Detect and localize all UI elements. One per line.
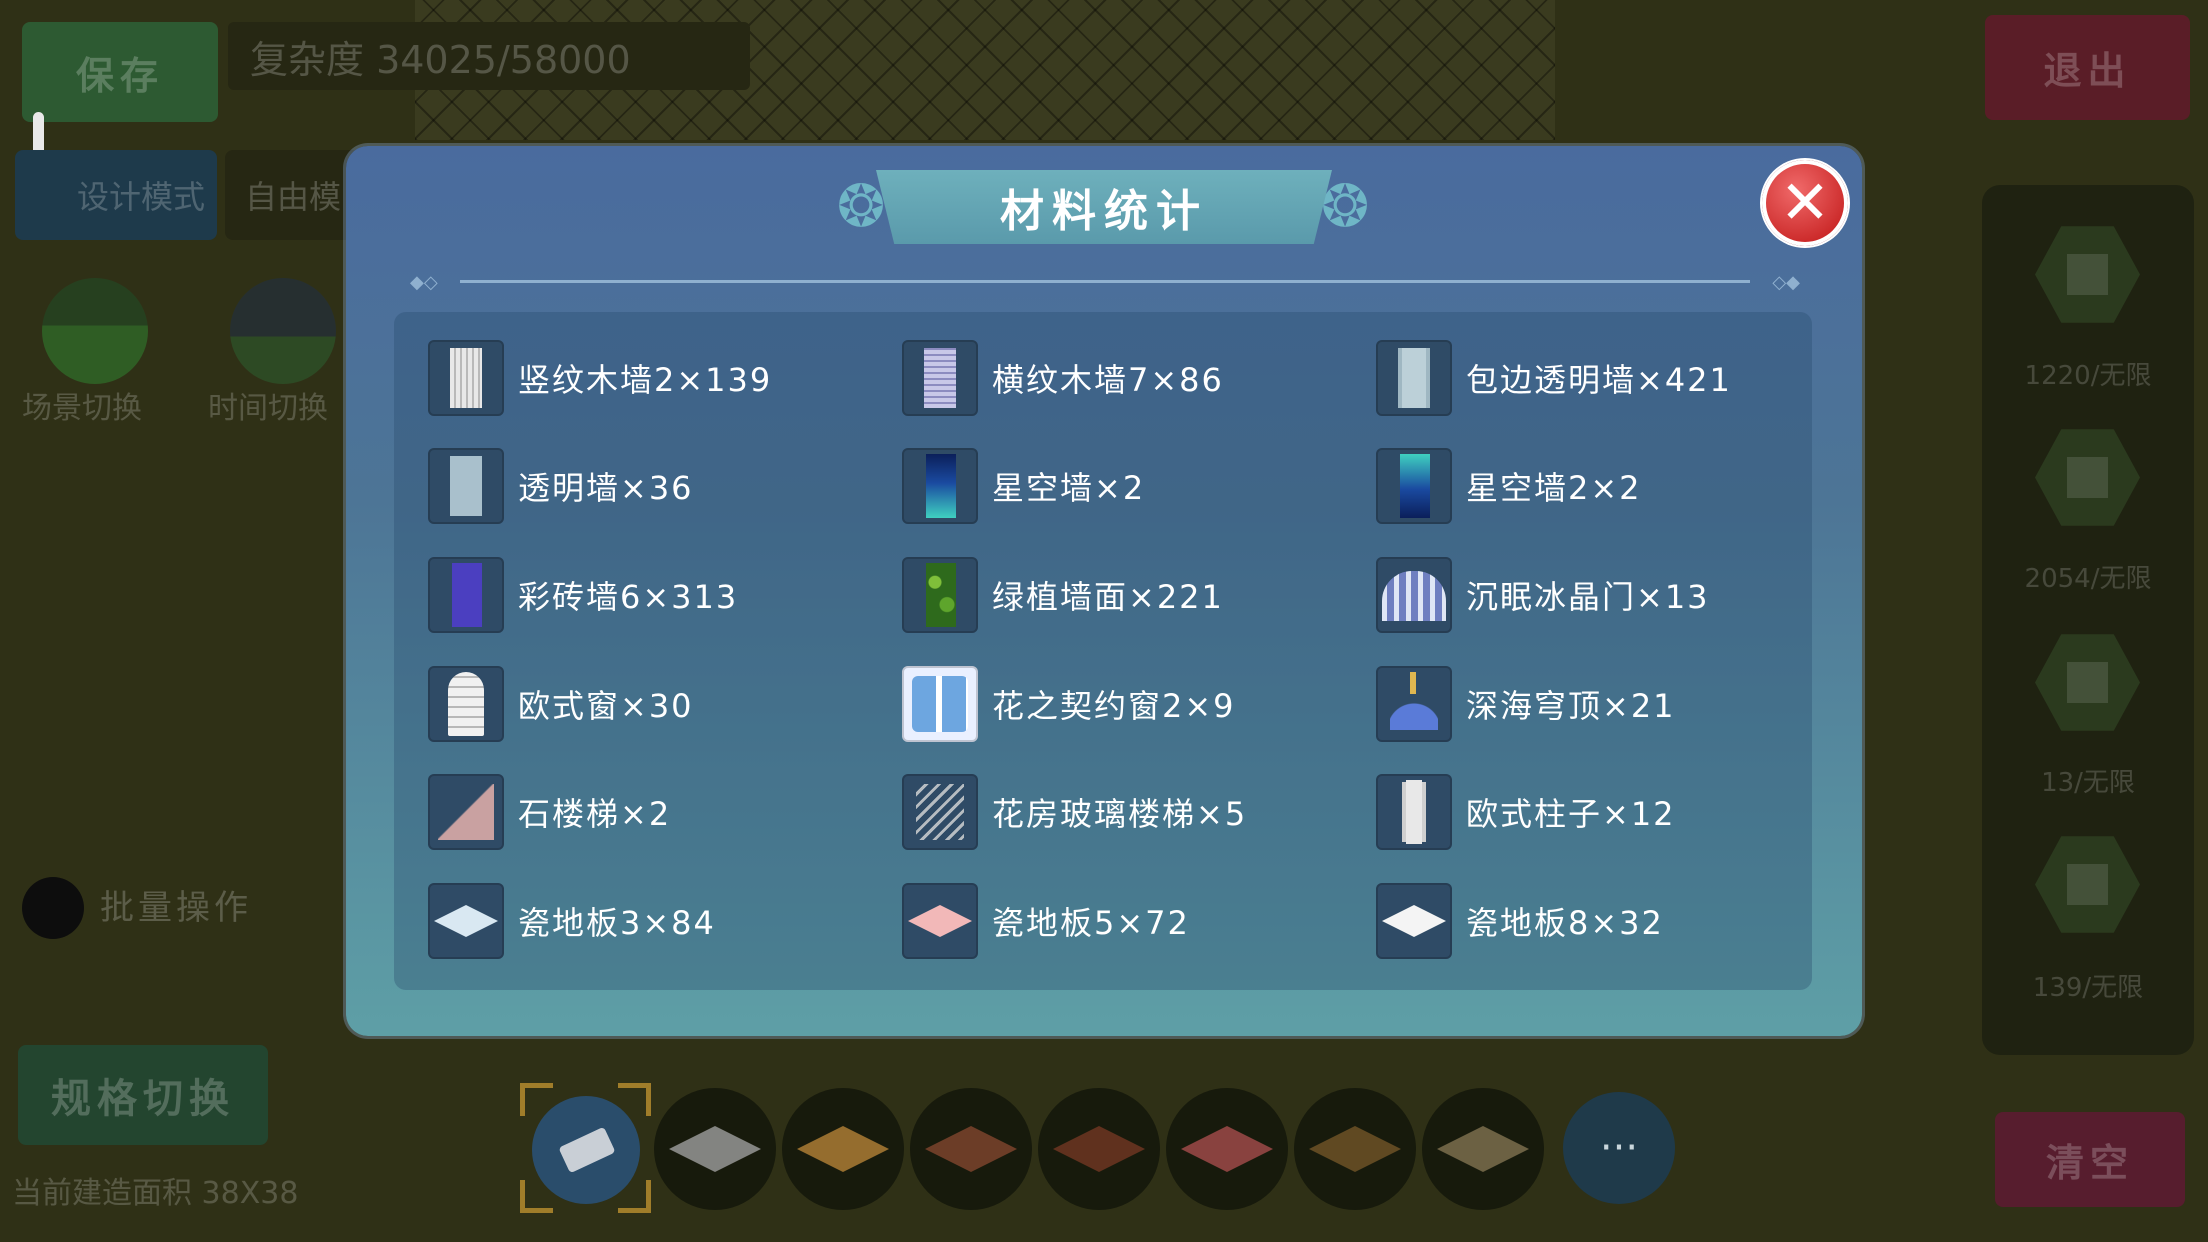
horizontal-wood-wall-icon [902,340,978,416]
glass-wall-icon [428,448,504,524]
material-label: 彩砖墙6×313 [518,578,739,616]
edged-glass-wall-icon [1376,340,1452,416]
european-window-icon [428,666,504,742]
material-label: 欧式柱子×12 [1466,795,1676,833]
material-item: 包边透明墙×421 [1376,338,1732,418]
material-label: 沉眠冰晶门×13 [1466,578,1710,616]
vertical-wood-wall-icon [428,340,504,416]
flower-window-icon [902,666,978,742]
starry-wall-2-icon [1376,448,1452,524]
material-item: 横纹木墙7×86 [902,338,1224,418]
time-switch-icon[interactable] [230,278,336,384]
material-label: 欧式窗×30 [518,687,694,725]
material-item: 彩砖墙6×313 [428,555,738,635]
material-label: 深海穹顶×21 [1466,687,1676,725]
build-area-label: 当前建造面积 38X38 [12,1176,299,1211]
material-label: 包边透明墙×421 [1466,361,1732,399]
floor-tile-option[interactable] [1038,1088,1160,1210]
material-item: 欧式窗×30 [428,664,694,744]
exit-button[interactable]: 退出 [1985,15,2190,120]
floor-tile-option[interactable] [910,1088,1032,1210]
material-label: 石楼梯×2 [518,795,672,833]
material-label: 瓷地板3×84 [518,904,716,942]
material-label: 竖纹木墙2×139 [518,361,773,399]
floor-tile-option[interactable] [654,1088,776,1210]
material-label: 花之契约窗2×9 [992,687,1236,725]
material-label: 花房玻璃楼梯×5 [992,795,1248,833]
stone-stairs-icon [428,774,504,850]
material-item: 欧式柱子×12 [1376,772,1676,852]
material-item: 石楼梯×2 [428,772,671,852]
wall-count: 1220/无限 [2024,361,2152,391]
floor-tile-option[interactable] [1166,1088,1288,1210]
colored-brick-wall-icon [428,557,504,633]
door-count: 13/无限 [2041,768,2135,798]
european-pillar-icon [1376,774,1452,850]
material-item: 瓷地板5×72 [902,881,1190,961]
green-plant-wall-icon [902,557,978,633]
time-switch-label: 时间切换 [208,391,328,426]
scene-switch-label: 场景切换 [22,391,142,426]
pillar-count: 139/无限 [2032,973,2144,1003]
dialog-title: 材料统计 [1000,186,1208,237]
material-item: 深海穹顶×21 [1376,664,1676,744]
save-button[interactable]: 保存 [22,22,218,122]
material-label: 星空墙2×2 [1466,469,1642,507]
floor-tile-option[interactable] [1294,1088,1416,1210]
deep-sea-dome-icon [1376,666,1452,742]
tile-floor-3-icon [428,883,504,959]
material-item: 花房玻璃楼梯×5 [902,772,1247,852]
clear-button[interactable]: 清空 [1995,1112,2185,1207]
more-icon[interactable]: ··· [1563,1092,1675,1204]
close-icon[interactable]: ✕ [1762,160,1848,246]
scene-switch-icon[interactable] [42,278,148,384]
material-label: 透明墙×36 [518,469,694,507]
material-label: 瓷地板5×72 [992,904,1190,942]
design-mode-button[interactable]: 设计模式 [15,150,217,240]
batch-label: 批量操作 [100,888,252,928]
glass-stairs-icon [902,774,978,850]
spec-switch-button[interactable]: 规格切换 [18,1045,268,1145]
floor-count: 2054/无限 [2024,564,2152,594]
floor-tile-option[interactable] [1422,1088,1544,1210]
eraser-icon[interactable] [532,1096,640,1204]
material-label: 横纹木墙7×86 [992,361,1224,399]
material-item: 竖纹木墙2×139 [428,338,772,418]
tile-floor-5-icon [902,883,978,959]
material-label: 瓷地板8×32 [1466,904,1664,942]
material-item: 星空墙2×2 [1376,446,1642,526]
material-item: 花之契约窗2×9 [902,664,1236,744]
material-item: 沉眠冰晶门×13 [1376,555,1710,635]
material-label: 绿植墙面×221 [992,578,1224,616]
material-item: 星空墙×2 [902,446,1145,526]
tile-floor-8-icon [1376,883,1452,959]
material-item: 瓷地板3×84 [428,881,716,961]
complexity-counter: 复杂度 34025/58000 [228,22,750,90]
material-item: 瓷地板8×32 [1376,881,1664,961]
material-item: 透明墙×36 [428,446,694,526]
batch-toggle[interactable] [22,877,84,939]
material-item: 绿植墙面×221 [902,555,1224,635]
floor-tile-option[interactable] [782,1088,904,1210]
starry-wall-icon [902,448,978,524]
material-label: 星空墙×2 [992,469,1146,507]
ice-crystal-door-icon [1376,557,1452,633]
title-divider: ◆◇ ◇◆ [410,272,1800,293]
